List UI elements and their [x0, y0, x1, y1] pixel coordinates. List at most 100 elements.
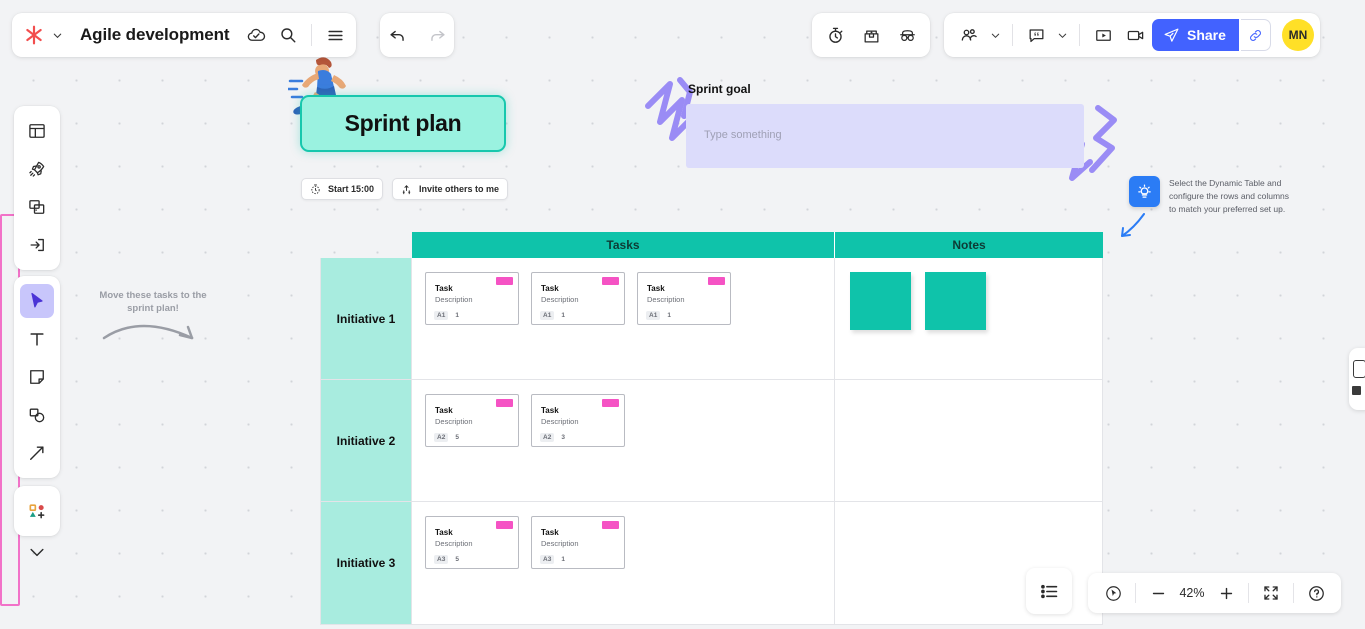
- miro-board-app: Sprint plan Start 15:00 Invite others to…: [0, 0, 1365, 629]
- column-header-notes[interactable]: Notes: [835, 232, 1103, 258]
- table-row: Initiative 1 Task Description A1 1 Task Descri…: [321, 258, 1102, 380]
- sticky-note[interactable]: [850, 272, 911, 330]
- participants-chevron-down-icon[interactable]: [986, 23, 1004, 47]
- task-footer: A1 1: [434, 311, 459, 320]
- new-badge: [602, 277, 619, 285]
- column-header-tasks[interactable]: Tasks: [412, 232, 835, 258]
- zoom-out-button[interactable]: [1143, 578, 1173, 608]
- sticky-note[interactable]: [925, 272, 986, 330]
- notes-cell[interactable]: [835, 380, 1102, 501]
- new-badge: [602, 521, 619, 529]
- rocket-apps-icon[interactable]: [20, 152, 54, 186]
- task-points: 1: [561, 556, 565, 563]
- table-body: Initiative 1 Task Description A1 1 Task Descri…: [320, 258, 1103, 625]
- undo-arrow-icon[interactable]: [382, 20, 412, 50]
- bring-to-me-icon: [402, 184, 411, 194]
- top-toolbar: Agile development Share MN: [0, 0, 1365, 70]
- comment-chevron-down-icon[interactable]: [1053, 23, 1071, 47]
- more-shapes-icon[interactable]: [20, 494, 54, 528]
- voting-box-icon[interactable]: [856, 20, 886, 50]
- divider: [311, 24, 313, 46]
- help-button[interactable]: [1301, 578, 1331, 608]
- task-card[interactable]: Task Description A1 1: [425, 272, 519, 325]
- text-icon[interactable]: [20, 322, 54, 356]
- anonymous-glasses-icon[interactable]: [892, 20, 922, 50]
- collaboration-group: Share MN: [944, 13, 1320, 57]
- tasks-cell[interactable]: Task Description A1 1 Task Description A1 1 Task…: [412, 258, 835, 379]
- present-play-icon[interactable]: [1088, 20, 1118, 50]
- copy-board-link-button[interactable]: [1240, 19, 1271, 51]
- import-icon[interactable]: [20, 228, 54, 262]
- task-tag: A2: [434, 433, 449, 442]
- attention-cursor-button[interactable]: [1098, 578, 1128, 608]
- user-avatar[interactable]: MN: [1281, 19, 1314, 51]
- shapes-icon[interactable]: [20, 398, 54, 432]
- redo-arrow-icon[interactable]: [422, 20, 452, 50]
- sprint-goal-input[interactable]: Type something: [686, 104, 1084, 168]
- divider: [1012, 24, 1013, 46]
- share-button[interactable]: Share: [1152, 19, 1239, 51]
- sprint-goal-label: Sprint goal: [688, 82, 751, 96]
- task-title: Task: [647, 284, 665, 293]
- video-camera-icon[interactable]: [1120, 20, 1150, 50]
- task-card[interactable]: Task Description A2 3: [531, 394, 625, 447]
- invite-others-button[interactable]: Invite others to me: [392, 178, 509, 200]
- sprint-plan-title-card[interactable]: Sprint plan: [300, 95, 506, 152]
- task-tag: A1: [434, 311, 449, 320]
- new-badge: [708, 277, 725, 285]
- task-points: 1: [455, 312, 459, 319]
- search-icon[interactable]: [273, 20, 303, 50]
- new-badge: [602, 399, 619, 407]
- task-points: 1: [667, 312, 671, 319]
- fit-to-screen-button[interactable]: [1256, 578, 1286, 608]
- task-description: Description: [435, 416, 473, 426]
- task-card[interactable]: Task Description A2 5: [425, 394, 519, 447]
- move-tasks-hint-text: Move these tasks to the sprint plan!: [99, 290, 207, 314]
- task-description: Description: [647, 294, 685, 304]
- dynamic-table[interactable]: Tasks Notes Initiative 1 Task Description A…: [320, 232, 1103, 625]
- page-title[interactable]: Agile development: [68, 25, 239, 45]
- task-tag: A2: [540, 433, 555, 442]
- board-menu-chevron-down-icon[interactable]: [48, 23, 66, 47]
- task-card[interactable]: Task Description A1 1: [637, 272, 731, 325]
- collapse-toolbar-chevron-down-icon[interactable]: [20, 535, 54, 569]
- table-header-row: Tasks Notes: [412, 232, 1103, 258]
- frames-icon[interactable]: [20, 190, 54, 224]
- arrow-line-icon[interactable]: [20, 436, 54, 470]
- tasks-cell[interactable]: Task Description A3 5 Task Description A3 1: [412, 502, 835, 624]
- task-card[interactable]: Task Description A1 1: [531, 272, 625, 325]
- dynamic-table-tip-card: Select the Dynamic Table and configure t…: [1129, 176, 1289, 217]
- start-timer-button[interactable]: Start 15:00: [301, 178, 384, 200]
- sticky-note-icon[interactable]: [20, 360, 54, 394]
- participants-group-icon[interactable]: [954, 20, 984, 50]
- table-row: Initiative 3 Task Description A3 5 Task Descri…: [321, 502, 1102, 624]
- plus-icon: [1220, 587, 1232, 599]
- dynamic-table-tip-text: Select the Dynamic Table and configure t…: [1169, 178, 1290, 215]
- hamburger-menu-icon[interactable]: [320, 20, 350, 50]
- row-header-3[interactable]: Initiative 3: [321, 502, 412, 624]
- row-header-2[interactable]: Initiative 2: [321, 380, 412, 501]
- task-card[interactable]: Task Description A3 1: [531, 516, 625, 569]
- tasks-cell[interactable]: Task Description A2 5 Task Description A2 3: [412, 380, 835, 501]
- templates-icon[interactable]: [20, 114, 54, 148]
- cloud-saved-icon[interactable]: [241, 20, 271, 50]
- comment-bubble-icon[interactable]: [1021, 20, 1051, 50]
- stopwatch-timer-icon[interactable]: [820, 20, 850, 50]
- divider: [1135, 583, 1136, 603]
- zoom-in-button[interactable]: [1211, 578, 1241, 608]
- task-tag: A3: [540, 555, 555, 564]
- row-header-1[interactable]: Initiative 1: [321, 258, 412, 379]
- notes-cell[interactable]: [835, 258, 1102, 379]
- right-edge-panel-peek[interactable]: [1349, 348, 1365, 410]
- paper-plane-icon: [1164, 28, 1179, 42]
- miro-asterisk-logo[interactable]: [22, 23, 46, 47]
- board-outline-button[interactable]: [1026, 568, 1072, 614]
- cursor-select-icon[interactable]: [20, 284, 54, 318]
- zoom-level-value[interactable]: 42%: [1175, 586, 1209, 600]
- left-toolbar-collapse: [14, 530, 60, 574]
- task-card[interactable]: Task Description A3 5: [425, 516, 519, 569]
- divider: [1248, 583, 1249, 603]
- task-description: Description: [541, 294, 579, 304]
- left-toolbar-group-tools: [14, 276, 60, 478]
- task-description: Description: [435, 538, 473, 548]
